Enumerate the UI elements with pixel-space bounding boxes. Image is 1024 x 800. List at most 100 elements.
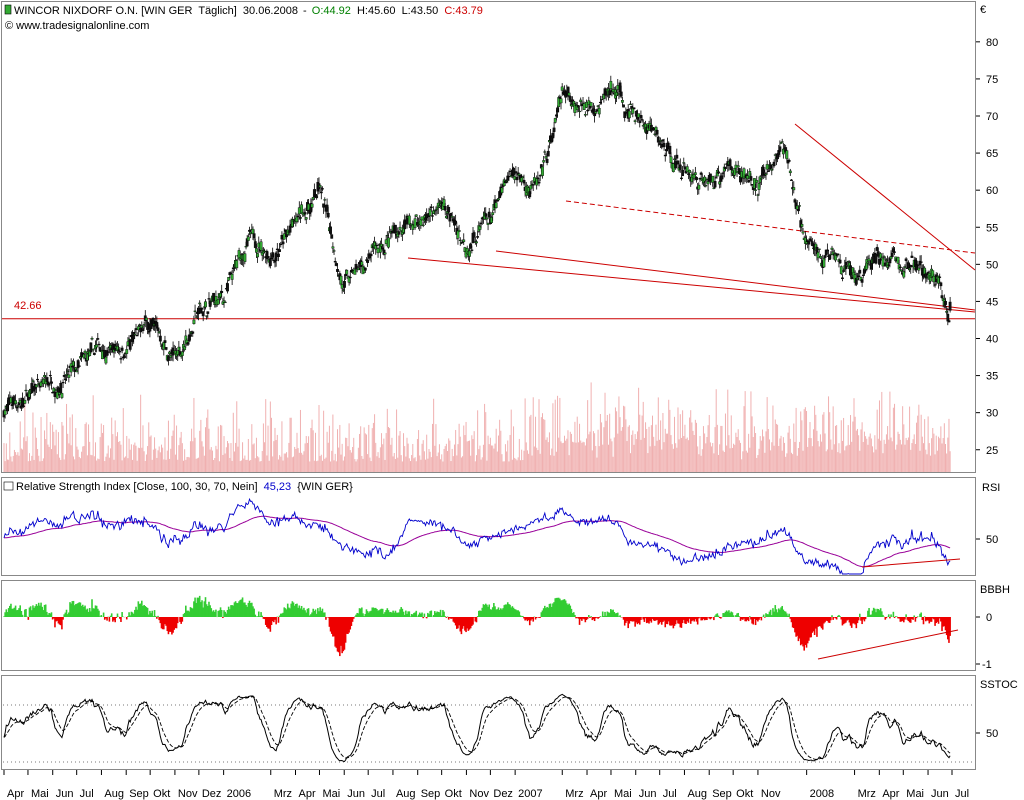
x-tick-label: Dez [202,788,222,800]
candle-body [948,301,952,311]
x-tick-label: Nov [178,788,198,800]
x-tick-label: Jul [371,788,385,800]
candle-body [303,212,307,215]
candle-body [938,276,942,278]
candle-body [697,184,701,190]
candle-body [620,100,624,103]
candle-body [678,164,682,170]
candle-body [801,231,805,234]
candle-body [790,179,793,181]
x-tick-label: Mai [31,788,49,800]
x-tick-label: Jun [931,788,949,800]
candle-body [829,253,833,256]
candle-body [541,166,544,176]
price-tick-label: 30 [986,408,998,420]
candle-body [787,159,791,162]
candle-body [345,269,349,275]
candle-body [508,170,512,173]
candle-body [578,110,581,113]
candle-body [119,358,123,360]
candle-body [220,291,224,293]
candle-body [41,378,45,384]
candle-body [300,204,304,214]
candle-body [546,150,550,157]
candle-body [874,253,878,264]
candle-body [134,328,138,331]
header-open: O:44.92 [312,5,351,17]
x-tick-label: Apr [882,788,899,800]
candle-body [850,276,854,280]
x-tick-label: Mai [322,788,340,800]
rsi-title: Relative Strength Index [Close, 100, 30,… [16,481,258,493]
candle-body [390,231,394,234]
candle-body [629,103,632,105]
candle-body [797,209,800,212]
bbbh-tick-0-label: 0 [986,612,992,624]
candle-body [933,284,937,286]
candle-body [323,199,327,201]
candle-body [200,308,204,310]
candle-body [476,236,480,238]
candle-body [343,280,346,288]
candle-body [728,159,732,167]
x-tick-label: Sep [712,788,732,800]
candle-body [414,214,418,217]
candle-body [50,381,53,384]
copyright-text: © www.tradesignalonline.com [5,20,149,32]
candle-body [867,258,871,262]
candle-body [36,378,39,381]
candle-body [807,241,811,245]
candle-body [713,181,717,188]
candle-body [939,282,943,287]
candle-body [35,384,38,388]
candle-body [318,185,322,188]
candle-body [421,224,425,226]
candle-body [369,253,373,257]
candle-body [92,352,96,355]
candle-body [3,410,7,416]
candle-body [616,85,620,90]
header-date: 30.06.2008 [243,5,298,17]
candle-body [22,405,26,407]
currency-label: € [980,4,986,16]
candle-body [413,218,417,228]
candle-body [681,169,685,177]
x-tick-label: Aug [396,788,416,800]
candle-body [655,129,659,135]
candle-body [125,349,129,354]
candle-body [163,340,167,343]
header-high: H:45.60 [357,5,396,17]
candle-body [876,251,880,257]
candle-body [447,206,451,213]
candle-body [491,212,495,215]
candle-body [800,224,804,227]
candle-body [685,166,689,173]
candle-body [438,205,441,208]
rsi-panel: Relative Strength Index [Close, 100, 30,… [1,477,1000,576]
candle-body [331,246,335,249]
candle-body [77,365,81,367]
candle-body [675,154,679,159]
candle-body [755,180,759,183]
x-tick-label: Jun [56,788,74,800]
candle-body [198,302,202,305]
x-tick-label: Jul [955,788,969,800]
candle-body [735,171,739,173]
candle-body [191,331,195,334]
candle-body [475,241,478,244]
candle-body [97,343,101,346]
candle-body [754,189,757,191]
price-tick-label: 60 [986,185,998,197]
candle-body [746,175,749,180]
x-tick-label: Mrz [565,788,583,800]
bbbh-tick-neg1-label: -1 [982,659,992,671]
candle-body [243,253,247,262]
candle-body [597,108,601,115]
sstoc-panel-frame [1,675,976,770]
candle-body [186,342,190,345]
candle-body [585,101,588,108]
candle-body [619,91,623,97]
candle-body [336,269,339,272]
candle-body [387,237,390,248]
price-tick-label: 40 [986,334,998,346]
